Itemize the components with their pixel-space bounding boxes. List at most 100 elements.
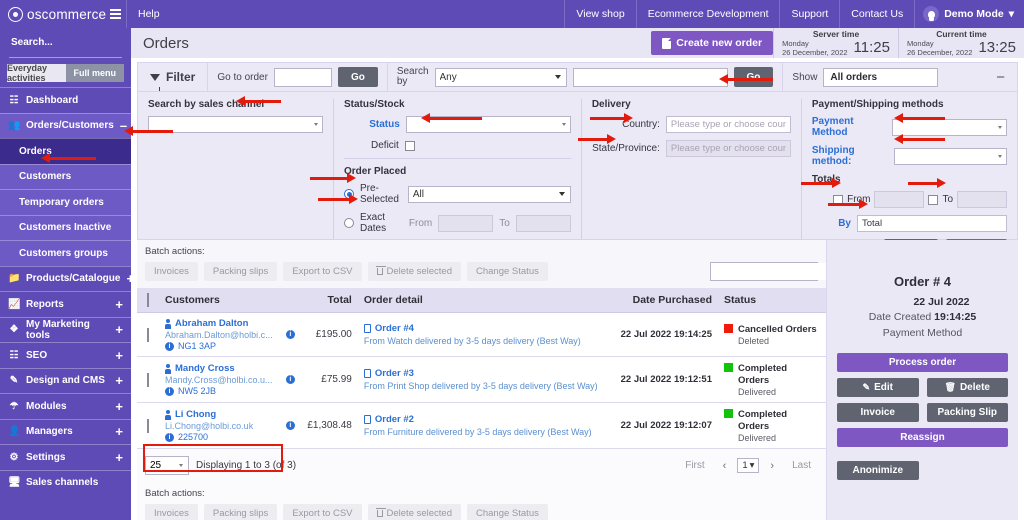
per-page-select[interactable]: 25 bbox=[145, 456, 189, 475]
customer-name-link[interactable]: Abraham Dalton bbox=[165, 318, 274, 329]
totals-by-select[interactable]: Total bbox=[857, 215, 1007, 232]
sidebar-item-temporary-orders[interactable]: Temporary orders bbox=[0, 189, 131, 215]
deficit-checkbox[interactable] bbox=[405, 141, 415, 151]
minus-icon[interactable]: − bbox=[984, 69, 1017, 86]
go-to-order-button[interactable]: Go bbox=[338, 67, 378, 87]
change-status-button[interactable]: Change Status bbox=[467, 504, 548, 520]
totals-from-input[interactable] bbox=[874, 191, 924, 208]
next-page-button[interactable]: › bbox=[763, 458, 781, 474]
expand-plus-icon[interactable]: + bbox=[115, 323, 123, 336]
sidebar-item-orders-customers[interactable]: 👥 Orders/Customers – bbox=[0, 113, 131, 139]
info-icon[interactable]: i bbox=[286, 375, 295, 384]
info-icon[interactable]: i bbox=[286, 330, 295, 339]
sidebar-item-design-and-cms[interactable]: ✎ Design and CMS + bbox=[0, 368, 131, 394]
first-page-button[interactable]: First bbox=[678, 458, 711, 473]
topnav-ecommerce-development[interactable]: Ecommerce Development bbox=[636, 0, 780, 28]
table-row[interactable]: Mandy Cross Mandy.Cross@holbi.co.u... i … bbox=[137, 357, 826, 403]
delete-selected-button[interactable]: Delete selected bbox=[368, 504, 461, 520]
status-select[interactable] bbox=[406, 116, 571, 133]
sales-channel-select[interactable] bbox=[148, 116, 323, 133]
column-date-purchased[interactable]: Date Purchased bbox=[606, 288, 718, 313]
sidebar-item-products-catalogue[interactable]: 📁 Products/Catalogue + bbox=[0, 266, 131, 292]
export-to-csv-button[interactable]: Export to CSV bbox=[283, 504, 361, 520]
edit-button[interactable]: ✎ Edit bbox=[837, 378, 919, 397]
expand-plus-icon[interactable]: + bbox=[115, 425, 123, 438]
brand-logo[interactable]: oscommerce bbox=[0, 0, 104, 28]
sidebar-item-orders[interactable]: Orders bbox=[0, 138, 131, 164]
search-input[interactable] bbox=[9, 36, 131, 49]
customer-name-link[interactable]: Mandy Cross bbox=[165, 363, 274, 374]
state-input[interactable] bbox=[666, 140, 791, 157]
select-all-checkbox[interactable] bbox=[147, 293, 149, 307]
customer-name-link[interactable]: Li Chong bbox=[165, 409, 274, 420]
totals-to-checkbox[interactable] bbox=[928, 195, 938, 205]
change-status-button[interactable]: Change Status bbox=[467, 262, 548, 281]
payment-method-select[interactable] bbox=[892, 119, 1007, 136]
info-icon[interactable]: i bbox=[286, 421, 295, 430]
process-order-button[interactable]: Process order bbox=[837, 353, 1008, 372]
delete-selected-button[interactable]: Delete selected bbox=[368, 262, 461, 281]
expand-plus-icon[interactable]: + bbox=[115, 451, 123, 464]
export-to-csv-button[interactable]: Export to CSV bbox=[283, 262, 361, 281]
totals-from-checkbox[interactable] bbox=[833, 195, 843, 205]
date-from-input[interactable] bbox=[438, 215, 493, 232]
country-input[interactable] bbox=[666, 116, 791, 133]
invoice-button[interactable]: Invoice bbox=[837, 403, 919, 422]
topnav-help[interactable]: Help bbox=[126, 0, 171, 28]
expand-plus-icon[interactable]: + bbox=[115, 374, 123, 387]
sidebar-item-reports[interactable]: 📈 Reports + bbox=[0, 291, 131, 317]
packing-slips-button[interactable]: Packing slips bbox=[204, 504, 277, 520]
sidebar-item-managers[interactable]: 👤 Managers + bbox=[0, 419, 131, 445]
search-term-input[interactable] bbox=[573, 68, 728, 87]
row-checkbox[interactable] bbox=[147, 373, 149, 387]
preselected-radio[interactable] bbox=[344, 189, 354, 199]
expand-plus-icon[interactable]: + bbox=[115, 400, 123, 413]
row-checkbox[interactable] bbox=[147, 419, 149, 433]
preselected-select[interactable]: All bbox=[408, 186, 571, 203]
sidebar-item-customers-inactive[interactable]: Customers Inactive bbox=[0, 215, 131, 241]
row-checkbox[interactable] bbox=[147, 328, 149, 342]
invoices-button[interactable]: Invoices bbox=[145, 504, 198, 520]
expand-plus-icon[interactable]: + bbox=[115, 298, 123, 311]
reassign-button[interactable]: Reassign bbox=[837, 428, 1008, 447]
expand-plus-icon[interactable]: + bbox=[115, 349, 123, 362]
sidebar-item-customers-groups[interactable]: Customers groups bbox=[0, 240, 131, 266]
collapse-minus-icon[interactable]: – bbox=[120, 119, 127, 132]
sidebar-item-modules[interactable]: ☂ Modules + bbox=[0, 393, 131, 419]
toggle-everyday-activities[interactable]: Everyday activities bbox=[7, 64, 66, 82]
sidebar-search[interactable] bbox=[9, 28, 122, 58]
sidebar-item-seo[interactable]: ☷ SEO + bbox=[0, 342, 131, 368]
prev-page-button[interactable]: ‹ bbox=[716, 458, 734, 474]
column-status[interactable]: Status bbox=[718, 288, 826, 313]
date-to-input[interactable] bbox=[516, 215, 571, 232]
sidebar-item-dashboard[interactable]: ☷ Dashboard bbox=[0, 87, 131, 113]
order-link[interactable]: Order #4 bbox=[364, 323, 600, 334]
search-by-select[interactable]: Any bbox=[435, 68, 567, 87]
packing-slips-button[interactable]: Packing slips bbox=[204, 262, 277, 281]
topnav-view-shop[interactable]: View shop bbox=[564, 0, 635, 28]
table-row[interactable]: Li Chong Li.Chong@holbi.co.uk i 225700 bbox=[137, 403, 826, 449]
last-page-button[interactable]: Last bbox=[785, 458, 818, 473]
column-total[interactable]: Total bbox=[280, 288, 358, 313]
sidebar-item-my-marketing-tools[interactable]: ❖ My Marketing tools + bbox=[0, 317, 131, 343]
user-menu[interactable]: Demo Mode ▾ bbox=[914, 0, 1024, 28]
totals-to-input[interactable] bbox=[957, 191, 1007, 208]
toggle-full-menu[interactable]: Full menu bbox=[66, 64, 125, 82]
hamburger-icon[interactable] bbox=[104, 0, 126, 28]
topnav-contact-us[interactable]: Contact Us bbox=[839, 0, 914, 28]
exact-dates-radio[interactable] bbox=[344, 218, 354, 228]
sidebar-item-settings[interactable]: ⚙ Settings + bbox=[0, 444, 131, 470]
order-link[interactable]: Order #3 bbox=[364, 368, 600, 379]
go-to-order-input[interactable] bbox=[274, 68, 332, 87]
shipping-method-select[interactable] bbox=[894, 148, 1007, 165]
anonimize-button[interactable]: Anonimize bbox=[837, 461, 919, 480]
show-select[interactable]: All orders bbox=[823, 68, 938, 87]
create-new-order-button[interactable]: Create new order bbox=[651, 31, 773, 55]
table-row[interactable]: Abraham Dalton Abraham.Dalton@holbi.c...… bbox=[137, 313, 826, 357]
invoices-button[interactable]: Invoices bbox=[145, 262, 198, 281]
topnav-support[interactable]: Support bbox=[779, 0, 839, 28]
column-customers[interactable]: Customers bbox=[159, 288, 280, 313]
order-link[interactable]: Order #2 bbox=[364, 414, 600, 425]
current-page-select[interactable]: 1 ▾ bbox=[737, 458, 759, 473]
table-search[interactable] bbox=[710, 262, 818, 281]
